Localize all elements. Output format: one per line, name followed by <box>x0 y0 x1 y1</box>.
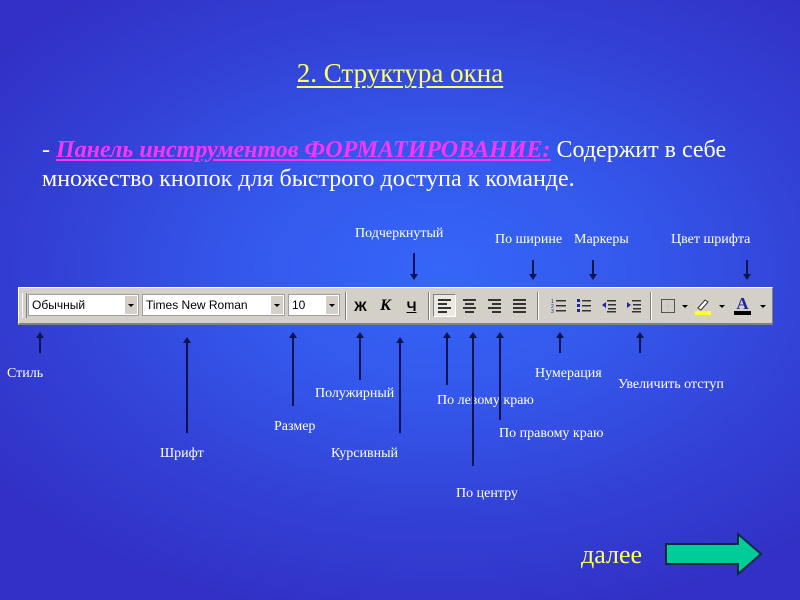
font-color-swatch <box>734 311 751 315</box>
label-italic: Курсивный <box>331 446 398 461</box>
bullets-button[interactable] <box>572 294 595 317</box>
arrow-justify <box>529 260 537 280</box>
arrow-align-right <box>496 332 504 420</box>
increase-indent-icon <box>626 299 641 312</box>
formatting-toolbar: Обычный Times New Roman 10 Ж К Ч 1 2 3 A <box>18 287 773 325</box>
decrease-indent-button[interactable] <box>597 294 620 317</box>
italic-icon: К <box>380 296 391 314</box>
description-emphasis: Панель инструментов ФОРМАТИРОВАНИЕ: <box>56 137 551 163</box>
highlight-color-swatch <box>694 310 711 315</box>
borders-button[interactable] <box>656 294 679 317</box>
label-increase-indent: Увеличить отступ <box>618 377 724 392</box>
arrow-italic <box>396 337 404 433</box>
separator <box>428 292 430 320</box>
separator <box>650 292 652 320</box>
size-combo[interactable]: 10 <box>288 294 340 316</box>
arrow-size <box>289 332 297 406</box>
justify-button[interactable] <box>508 294 531 317</box>
font-color-button[interactable]: A <box>731 294 754 317</box>
align-right-icon <box>488 298 501 313</box>
chevron-down-icon[interactable] <box>682 305 688 308</box>
label-align-left: По левому краю <box>437 393 534 408</box>
arrow-font <box>183 337 191 433</box>
label-bold: Полужирный <box>315 386 395 401</box>
label-numbering: Нумерация <box>535 366 602 381</box>
style-value: Обычный <box>32 298 86 312</box>
next-label[interactable]: далее <box>581 540 642 570</box>
slide-title: 2. Структура окна <box>296 58 504 88</box>
underline-button[interactable]: Ч <box>400 294 423 317</box>
highlighter-icon <box>694 298 711 315</box>
underline-icon: Ч <box>406 297 417 314</box>
label-justify: По ширине <box>495 232 563 247</box>
label-align-right: По правому краю <box>499 426 604 441</box>
bold-button[interactable]: Ж <box>349 294 372 317</box>
numbering-button[interactable]: 123 <box>547 294 570 317</box>
borders-icon <box>660 298 675 313</box>
label-underline: Подчеркнутый <box>355 226 444 241</box>
chevron-down-icon[interactable] <box>125 296 137 314</box>
arrow-increase-indent <box>636 332 644 353</box>
align-center-button[interactable] <box>458 294 481 317</box>
align-right-button[interactable] <box>483 294 506 317</box>
justify-icon <box>513 298 526 313</box>
numbering-icon: 123 <box>551 299 566 314</box>
bullets-icon <box>576 298 591 312</box>
arrow-right-icon <box>665 532 763 576</box>
arrow-style <box>36 332 44 353</box>
arrow-align-left <box>443 332 451 385</box>
toolbar-grip[interactable] <box>22 293 27 318</box>
align-left-icon <box>438 298 451 313</box>
arrow-align-center <box>469 332 477 466</box>
font-combo[interactable]: Times New Roman <box>142 294 285 316</box>
font-value: Times New Roman <box>146 298 248 312</box>
label-style: Стиль <box>7 366 44 381</box>
italic-button[interactable]: К <box>374 294 397 317</box>
separator <box>345 292 347 320</box>
label-bullets: Маркеры <box>574 232 629 247</box>
label-size: Размер <box>274 419 316 434</box>
next-arrow-button[interactable] <box>664 532 764 576</box>
label-font-color: Цвет шрифта <box>671 232 751 247</box>
chevron-down-icon[interactable] <box>719 305 725 308</box>
svg-text:3: 3 <box>551 309 554 314</box>
align-center-icon <box>463 298 476 313</box>
highlight-button[interactable] <box>691 294 714 317</box>
description-prefix: - <box>42 137 56 163</box>
bold-icon: Ж <box>354 297 367 314</box>
size-value: 10 <box>292 298 306 312</box>
chevron-down-icon[interactable] <box>760 305 766 308</box>
separator <box>537 292 539 320</box>
arrow-bold <box>356 332 364 380</box>
label-align-center: По центру <box>456 486 518 501</box>
increase-indent-button[interactable] <box>622 294 645 317</box>
decrease-indent-icon <box>601 299 616 312</box>
slide-description: - Панель инструментов ФОРМАТИРОВАНИЕ: Со… <box>42 136 772 194</box>
arrow-numbering <box>556 332 564 353</box>
font-color-icon: A <box>736 294 749 313</box>
align-left-button[interactable] <box>433 294 456 317</box>
chevron-down-icon[interactable] <box>326 296 338 314</box>
arrow-bullets <box>589 260 597 280</box>
chevron-down-icon[interactable] <box>271 296 283 314</box>
label-font: Шрифт <box>160 446 204 461</box>
arrow-font-color <box>743 260 751 280</box>
arrow-underline <box>410 253 418 280</box>
style-combo[interactable]: Обычный <box>28 294 139 316</box>
